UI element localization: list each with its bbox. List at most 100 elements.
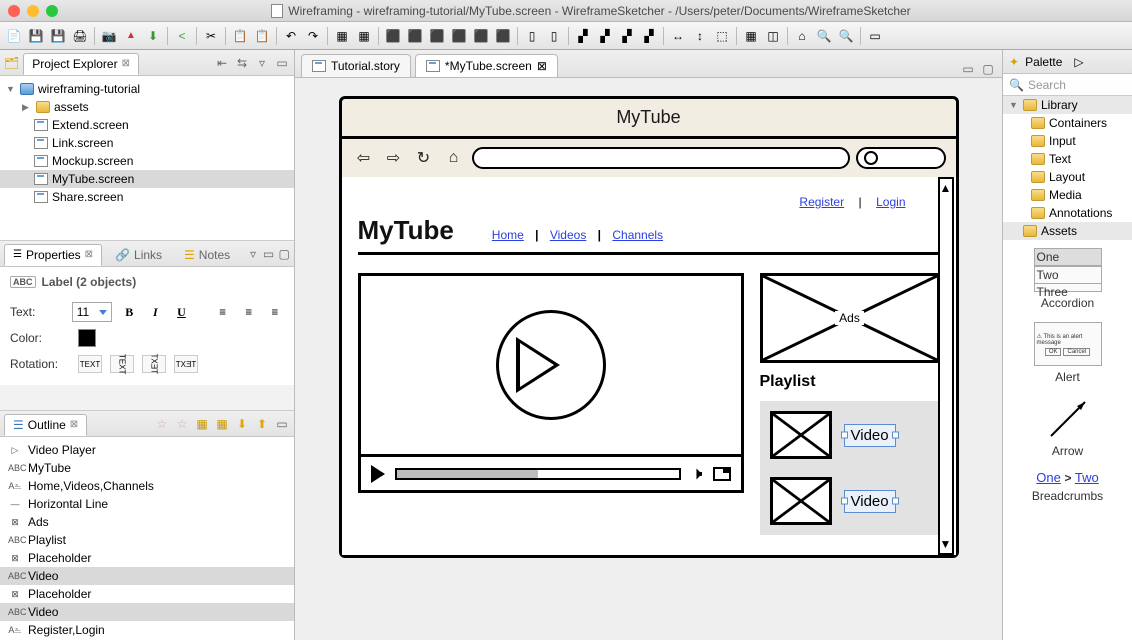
palette-item-accordion[interactable]: OneTwoThree Accordion (1034, 248, 1102, 310)
tab-outline[interactable]: ☰ Outline ⊠ (4, 414, 87, 436)
nav-home[interactable]: Home (492, 228, 524, 242)
align-center-button[interactable]: ≡ (240, 302, 258, 322)
new-button[interactable]: 📄 (4, 26, 24, 46)
outline-row[interactable]: A⎁Register,Login (0, 621, 294, 639)
color-picker[interactable] (78, 329, 96, 347)
outline-row[interactable]: ⊠Placeholder (0, 549, 294, 567)
palette-category[interactable]: Annotations (1003, 204, 1132, 222)
tree-file[interactable]: Share.screen (0, 188, 294, 206)
video-label-selected[interactable]: Video (844, 490, 896, 513)
undo-button[interactable]: ↶ (281, 26, 301, 46)
redo-button[interactable]: ↷ (303, 26, 323, 46)
export-pdf-button[interactable]: ▲ (121, 26, 141, 46)
italic-button[interactable]: I (146, 302, 164, 322)
playlist-item[interactable]: Video (770, 477, 930, 525)
bold-button[interactable]: B (120, 302, 138, 322)
palette-category[interactable]: Media (1003, 186, 1132, 204)
palette-item-breadcrumbs[interactable]: One > Two Breadcrumbs (1032, 470, 1103, 503)
zoom-in-button[interactable]: 🔍 (814, 26, 834, 46)
register-link[interactable]: Register (799, 195, 844, 209)
view-menu-button[interactable]: ▿ (247, 246, 259, 262)
align-left-button[interactable]: ⬛ (383, 26, 403, 46)
rotation-0-button[interactable]: TEXT (78, 355, 102, 373)
align-center-button[interactable]: ⬛ (405, 26, 425, 46)
outline-row[interactable]: A⎁Home,Videos,Channels (0, 477, 294, 495)
project-tree[interactable]: ▼ wireframing-tutorial ▶ assets Extend.s… (0, 76, 294, 240)
save-all-button[interactable]: 💾 (48, 26, 68, 46)
export-html-button[interactable]: ⬇ (143, 26, 163, 46)
outline-list[interactable]: ▷Video PlayerABCMyTubeA⎁Home,Videos,Chan… (0, 437, 294, 640)
tree-file[interactable]: Extend.screen (0, 116, 294, 134)
distribute-h-button[interactable]: ▯ (522, 26, 542, 46)
close-icon[interactable]: ⊠ (85, 249, 93, 260)
editor-tab-mytube[interactable]: *MyTube.screen ⊠ (415, 54, 558, 77)
minimize-window-button[interactable] (27, 5, 39, 17)
outline-action-2[interactable]: ☆ (174, 416, 190, 432)
tab-project-explorer[interactable]: Project Explorer ⊠ (23, 53, 139, 75)
rotation-270-button[interactable]: TEXT (142, 355, 166, 373)
group-button[interactable]: ▦ (332, 26, 352, 46)
outline-action-3[interactable]: ▦ (194, 416, 210, 432)
cut-button[interactable]: ✂ (201, 26, 221, 46)
thumbnail-placeholder[interactable] (770, 411, 832, 459)
nav-videos[interactable]: Videos (550, 228, 586, 242)
palette-item-alert[interactable]: ⚠ This is an alert messageOKCancel Alert (1034, 322, 1102, 384)
palette-category[interactable]: Layout (1003, 168, 1132, 186)
maximize-panel-button[interactable]: ▢ (278, 246, 290, 262)
minimize-panel-button[interactable]: ▭ (274, 416, 290, 432)
tree-file[interactable]: Link.screen (0, 134, 294, 152)
home-button[interactable]: ⌂ (792, 26, 812, 46)
rotation-90-button[interactable]: TEXT (110, 355, 134, 373)
tree-file-selected[interactable]: MyTube.screen (0, 170, 294, 188)
snap-button[interactable]: ◫ (763, 26, 783, 46)
outline-row[interactable]: ABCVideo (0, 603, 294, 621)
view-menu-button[interactable]: ▿ (254, 55, 270, 71)
same-size-button[interactable]: ⬚ (712, 26, 732, 46)
bring-front-button[interactable]: ▞ (573, 26, 593, 46)
camera-button[interactable]: 📷 (99, 26, 119, 46)
palette-category[interactable]: Input (1003, 132, 1132, 150)
share-button[interactable]: < (172, 26, 192, 46)
close-icon[interactable]: ⊠ (122, 58, 130, 69)
canvas[interactable]: MyTube ⇦ ⇨ ↻ ⌂ ▲▼ Register | Login (295, 78, 1002, 640)
move-up-button[interactable]: ⬆ (254, 416, 270, 432)
align-right-button[interactable]: ≡ (266, 302, 284, 322)
editor-tab-tutorial[interactable]: Tutorial.story (301, 54, 411, 77)
font-size-input[interactable]: 11 (72, 302, 112, 322)
same-height-button[interactable]: ↕ (690, 26, 710, 46)
move-down-button[interactable]: ⬇ (234, 416, 250, 432)
login-link[interactable]: Login (876, 195, 905, 209)
collapse-all-button[interactable]: ⇤ (214, 55, 230, 71)
palette-library[interactable]: ▼Library (1003, 96, 1132, 114)
tab-properties[interactable]: ☰ Properties ⊠ (4, 244, 102, 266)
same-width-button[interactable]: ↔ (668, 26, 688, 46)
underline-button[interactable]: U (172, 302, 190, 322)
minimize-panel-button[interactable]: ▭ (274, 55, 290, 71)
paste-button[interactable]: 📋 (252, 26, 272, 46)
outline-row[interactable]: ABCPlaylist (0, 531, 294, 549)
tab-links[interactable]: 🔗 Links (106, 244, 171, 265)
wireframe-browser-window[interactable]: MyTube ⇦ ⇨ ↻ ⌂ ▲▼ Register | Login (339, 96, 959, 558)
ads-placeholder[interactable]: Ads (760, 273, 940, 363)
copy-button[interactable]: 📋 (230, 26, 250, 46)
tree-file[interactable]: Mockup.screen (0, 152, 294, 170)
video-player[interactable]: 🕨 (358, 273, 744, 493)
tab-notes[interactable]: ☰ Notes (175, 244, 239, 265)
video-label-selected[interactable]: Video (844, 424, 896, 447)
outline-action-4[interactable]: ▦ (214, 416, 230, 432)
palette-category[interactable]: Containers (1003, 114, 1132, 132)
align-top-button[interactable]: ⬛ (449, 26, 469, 46)
close-icon[interactable]: ⊠ (537, 59, 547, 73)
save-button[interactable]: 💾 (26, 26, 46, 46)
align-bottom-button[interactable]: ⬛ (493, 26, 513, 46)
outline-row[interactable]: ⊠Ads (0, 513, 294, 531)
minimize-panel-button[interactable]: ▭ (263, 246, 275, 262)
send-back-button[interactable]: ▞ (595, 26, 615, 46)
close-icon[interactable]: ⊠ (70, 419, 78, 430)
thumbnail-placeholder[interactable] (770, 477, 832, 525)
tree-folder-assets[interactable]: ▶ assets (0, 98, 294, 116)
align-left-button[interactable]: ≡ (214, 302, 232, 322)
print-button[interactable]: 🖨 (70, 26, 90, 46)
nav-channels[interactable]: Channels (612, 228, 663, 242)
outline-row[interactable]: ABCMyTube (0, 459, 294, 477)
